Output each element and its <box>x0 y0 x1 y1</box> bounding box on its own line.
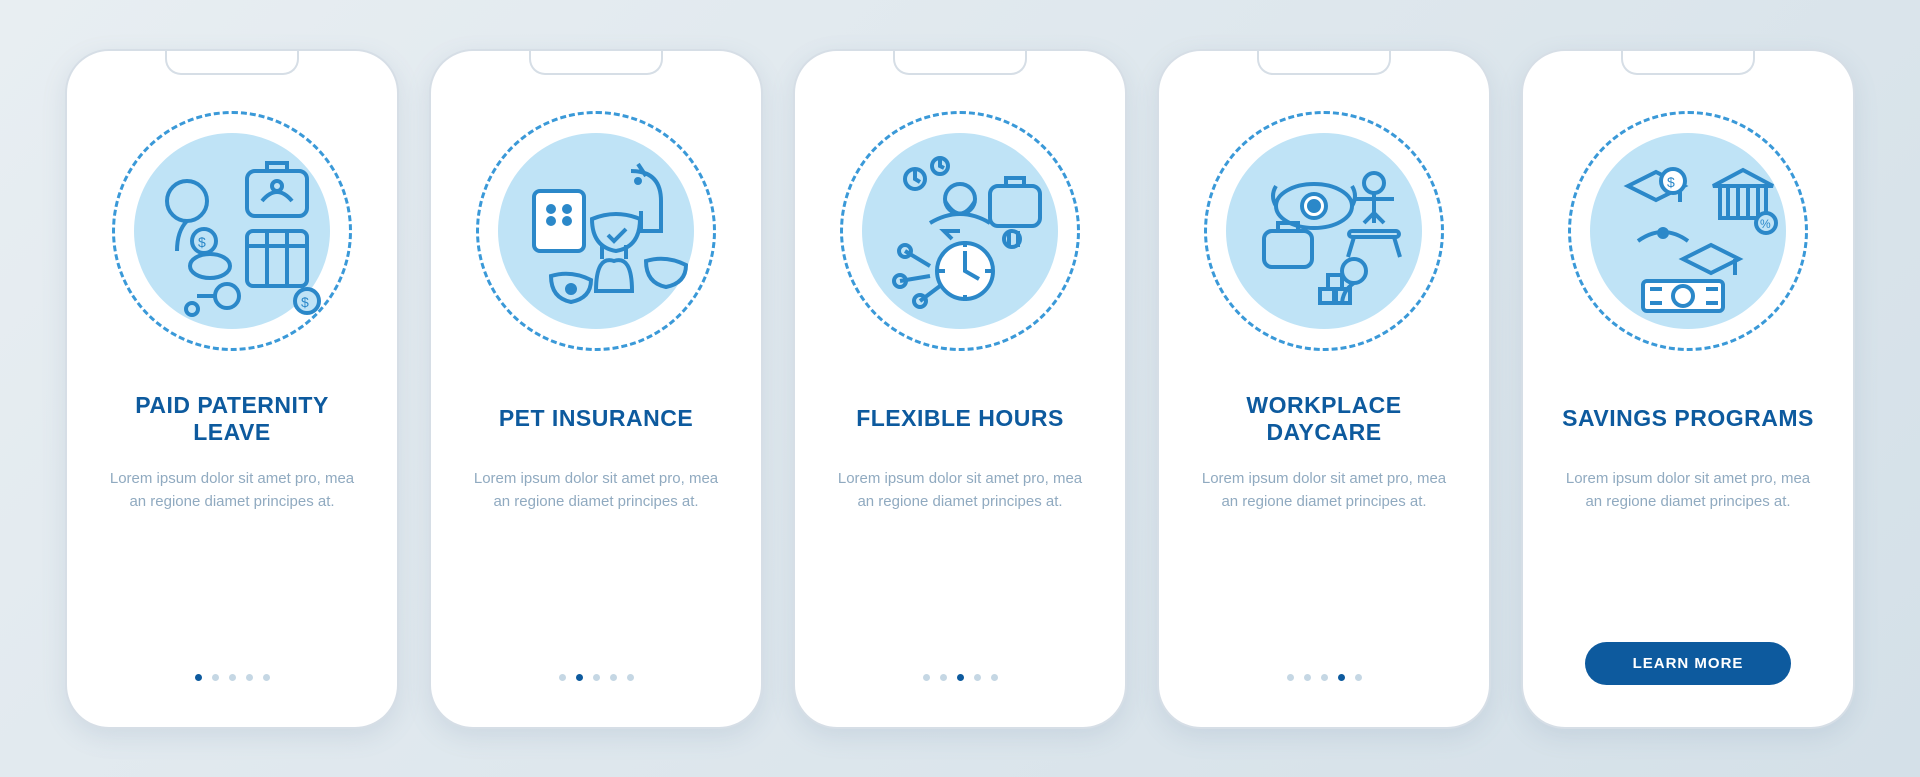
dot[interactable] <box>1287 674 1294 681</box>
phone-screen-2: PET INSURANCE Lorem ipsum dolor sit amet… <box>429 49 763 729</box>
screen-desc: Lorem ipsum dolor sit amet pro, mea an r… <box>93 467 371 537</box>
dot[interactable] <box>1338 674 1345 681</box>
flexible-hours-icon <box>840 111 1080 351</box>
screen-desc: Lorem ipsum dolor sit amet pro, mea an r… <box>1549 467 1827 537</box>
dot[interactable] <box>593 674 600 681</box>
screen-title: SAVINGS PROGRAMS <box>1552 391 1824 447</box>
workplace-daycare-icon <box>1204 111 1444 351</box>
dot[interactable] <box>229 674 236 681</box>
svg-text:%: % <box>1760 217 1771 231</box>
dot[interactable] <box>1355 674 1362 681</box>
phone-screen-5: $ % SAVINGS PROGRAMS Lorem ipsum dolor s… <box>1521 49 1855 729</box>
screen-title: PET INSURANCE <box>489 391 703 447</box>
svg-text:$: $ <box>1667 174 1675 190</box>
dot[interactable] <box>974 674 981 681</box>
pagination-dots <box>923 674 998 681</box>
phone-screen-3: FLEXIBLE HOURS Lorem ipsum dolor sit ame… <box>793 49 1127 729</box>
dot[interactable] <box>610 674 617 681</box>
dot[interactable] <box>1321 674 1328 681</box>
phone-screen-1: $ $ PAID PATERNITY LEAVE Lorem ipsum dol… <box>65 49 399 729</box>
pagination-dots <box>195 674 270 681</box>
savings-programs-icon: $ % <box>1568 111 1808 351</box>
dot[interactable] <box>576 674 583 681</box>
onboarding-row: $ $ PAID PATERNITY LEAVE Lorem ipsum dol… <box>15 9 1905 769</box>
pagination-dots <box>559 674 634 681</box>
phone-screen-4: WORKPLACE DAYCARE Lorem ipsum dolor sit … <box>1157 49 1491 729</box>
dot[interactable] <box>195 674 202 681</box>
dot[interactable] <box>940 674 947 681</box>
svg-text:$: $ <box>301 294 309 310</box>
screen-title: WORKPLACE DAYCARE <box>1185 391 1463 447</box>
screen-title: PAID PATERNITY LEAVE <box>93 391 371 447</box>
dot[interactable] <box>246 674 253 681</box>
screen-desc: Lorem ipsum dolor sit amet pro, mea an r… <box>457 467 735 537</box>
dot[interactable] <box>263 674 270 681</box>
dot[interactable] <box>923 674 930 681</box>
paternity-leave-icon: $ $ <box>112 111 352 351</box>
learn-more-button[interactable]: LEARN MORE <box>1585 642 1792 685</box>
dot[interactable] <box>1304 674 1311 681</box>
dot[interactable] <box>957 674 964 681</box>
pet-insurance-icon <box>476 111 716 351</box>
svg-text:$: $ <box>198 234 206 250</box>
pagination-dots <box>1287 674 1362 681</box>
screen-desc: Lorem ipsum dolor sit amet pro, mea an r… <box>821 467 1099 537</box>
dot[interactable] <box>212 674 219 681</box>
dot[interactable] <box>627 674 634 681</box>
screen-desc: Lorem ipsum dolor sit amet pro, mea an r… <box>1185 467 1463 537</box>
screen-title: FLEXIBLE HOURS <box>846 391 1074 447</box>
dot[interactable] <box>991 674 998 681</box>
dot[interactable] <box>559 674 566 681</box>
